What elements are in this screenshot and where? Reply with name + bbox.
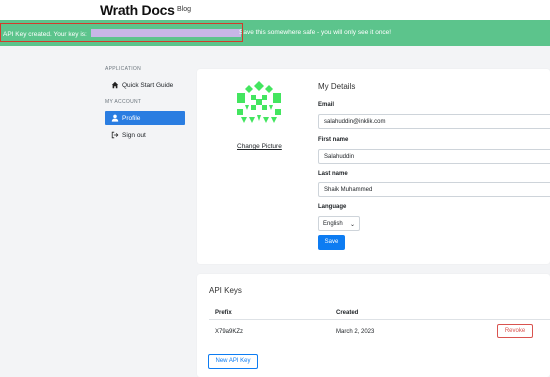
email-label: Email [318,102,335,108]
my-details-card: Change Picture My Details Email salahudd… [197,69,550,264]
language-selected-value: English [323,221,343,227]
sidebar-item-label: Quick Start Guide [122,81,174,89]
save-button[interactable]: Save [318,235,345,250]
column-header-prefix: Prefix [215,310,232,316]
identicon-avatar-icon [237,81,281,123]
sidebar-item-label: Profile [122,114,141,122]
logo-text-part: cs [159,2,175,18]
logo-text-part: Wr [100,2,118,18]
chevron-down-icon: ⌄ [349,222,355,228]
api-keys-title: API Keys [209,286,242,295]
home-icon [111,81,119,89]
logo[interactable]: Wrath Docs [100,2,175,18]
sidebar-heading-my-account: MY ACCOUNT [105,99,142,105]
avatar [235,79,283,129]
sign-out-icon [111,131,119,139]
revoke-button[interactable]: Revoke [497,324,533,338]
last-name-label: Last name [318,171,348,177]
first-name-field[interactable]: Salahuddin [318,149,550,164]
sidebar-item-profile[interactable]: Profile [105,111,185,125]
blog-link[interactable]: Blog [177,6,191,13]
top-navbar: Wrath Docs Blog [0,0,550,20]
key-prefix-cell: X79a9KZz [215,329,244,335]
language-label: Language [318,204,347,210]
column-header-created: Created [336,310,359,316]
last-name-field[interactable]: Shaik Muhammed [318,182,550,197]
alert-suffix: Save this somewhere safe - you will only… [239,29,392,36]
first-name-label: First name [318,137,349,143]
my-details-title: My Details [318,82,356,91]
table-divider [209,319,550,320]
user-icon [111,114,119,122]
language-select[interactable]: English ⌄ [318,216,360,231]
sidebar-heading-application: APPLICATION [105,66,141,72]
logo-text-part: ath D [117,2,152,18]
email-field[interactable]: salahuddin@inklik.com [318,114,550,129]
key-created-cell: March 2, 2023 [336,329,375,335]
sidebar-item-sign-out[interactable]: Sign out [105,128,185,142]
new-api-key-button[interactable]: New API Key [208,354,258,369]
sidebar-item-label: Sign out [122,131,146,139]
api-keys-card: API Keys Prefix Created X79a9KZz March 2… [197,274,550,377]
change-picture-link[interactable]: Change Picture [237,143,282,150]
sidebar-item-quick-start[interactable]: Quick Start Guide [105,78,185,92]
highlight-outline [0,23,243,42]
logo-gear-icon: o [151,2,160,18]
sidebar: APPLICATION Quick Start Guide MY ACCOUNT… [105,66,185,145]
